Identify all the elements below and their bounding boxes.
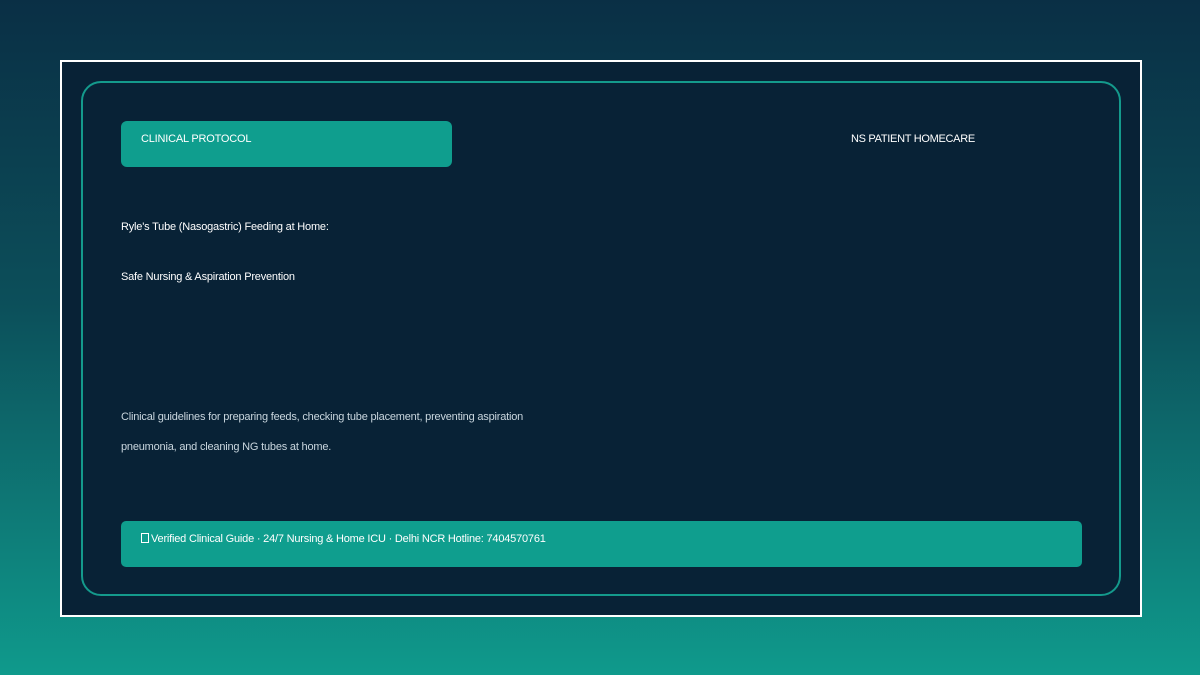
description-line-2: pneumonia, and cleaning NG tubes at home… [121, 441, 332, 453]
category-badge: CLINICAL PROTOCOL [121, 121, 452, 167]
category-badge-label: CLINICAL PROTOCOL [141, 133, 252, 145]
description-line-1: Clinical guidelines for preparing feeds,… [121, 411, 524, 423]
check-box-icon [141, 533, 149, 543]
page-title-line-2: Safe Nursing & Aspiration Prevention [121, 271, 295, 283]
slide-frame: CLINICAL PROTOCOL NS PATIENT HOMECARE Ry… [60, 60, 1142, 617]
footer-row: Verified Clinical Guide · 24/7 Nursing &… [141, 533, 546, 545]
footer-text: Verified Clinical Guide · 24/7 Nursing &… [151, 533, 546, 545]
footer-banner: Verified Clinical Guide · 24/7 Nursing &… [121, 521, 1082, 567]
brand-name: NS PATIENT HOMECARE [851, 133, 975, 145]
page-title-line-1: Ryle's Tube (Nasogastric) Feeding at Hom… [121, 221, 329, 233]
content-card: CLINICAL PROTOCOL NS PATIENT HOMECARE Ry… [81, 81, 1121, 596]
